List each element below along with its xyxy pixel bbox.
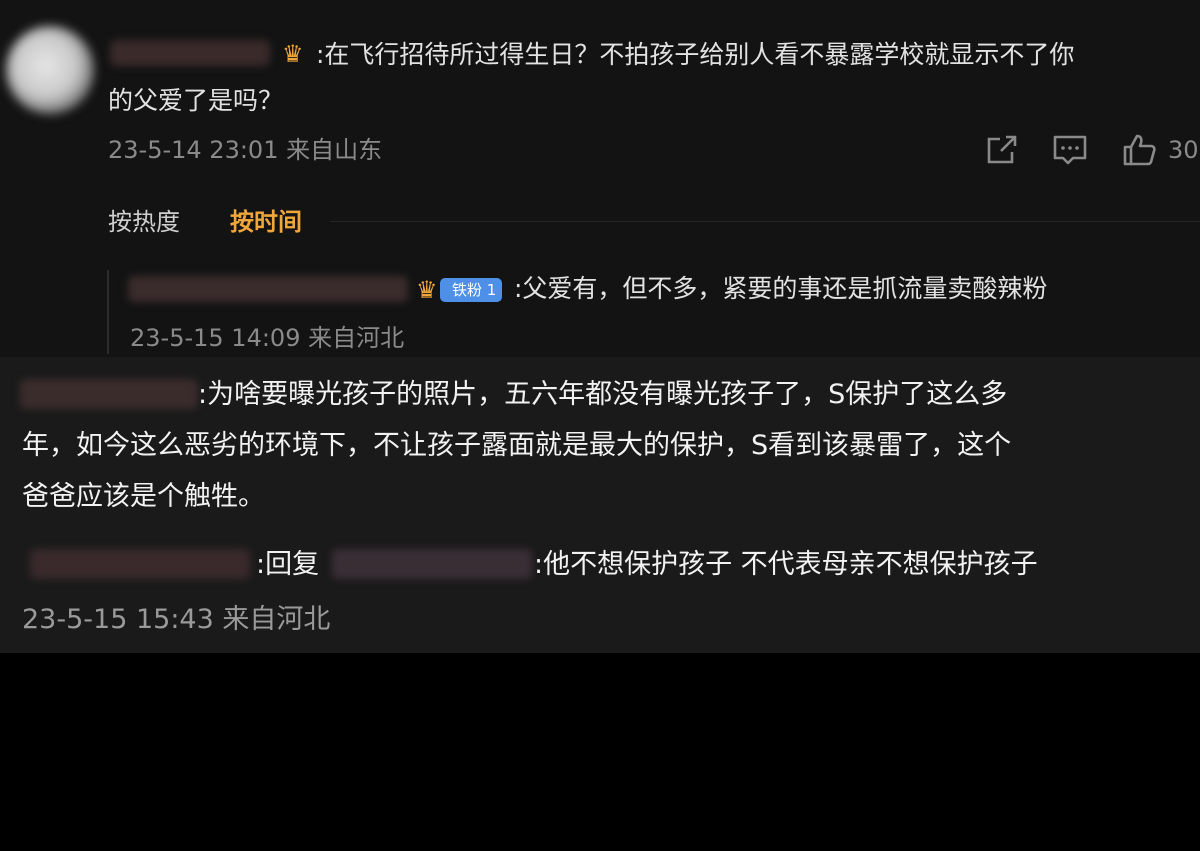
divider <box>330 221 1200 222</box>
comment-icon[interactable] <box>1052 133 1088 167</box>
comment-panel-top: ♛ :在飞行招待所过得生日？不拍孩子给别人看不暴露学校就显示不了你 的父爱了是吗… <box>0 0 1200 357</box>
fan-badge: 铁粉 1 <box>440 278 503 302</box>
reply-prefix: :回复 <box>256 549 320 580</box>
reply-timestamp: 23-5-15 15:43 来自河北 <box>22 604 331 635</box>
username-redacted[interactable] <box>20 379 198 409</box>
comment-panel-bottom: :为啥要曝光孩子的照片，五六年都没有曝光孩子了，S保护了这么多 年，如今这么恶劣… <box>0 357 1200 653</box>
crown-icon: ♛ <box>416 276 438 304</box>
comment-text-line-2: 的父爱了是吗？ <box>108 86 284 115</box>
comment-text-line-2: 年，如今这么恶劣的环境下，不让孩子露面就是最大的保护，S看到该暴雷了，这个 <box>22 430 1012 461</box>
like-count: 30 <box>1168 136 1199 164</box>
reply-text: :他不想保护孩子 不代表母亲不想保护孩子 <box>534 549 1038 580</box>
comment-text-line-1: :为啥要曝光孩子的照片，五六年都没有曝光孩子了，S保护了这么多 <box>198 379 1008 410</box>
avatar[interactable] <box>6 26 94 114</box>
reply-text: :父爱有，但不多，紧要的事还是抓流量卖酸辣粉 <box>514 274 1048 303</box>
reply-target-redacted[interactable] <box>332 549 532 579</box>
screen: ♛ :在飞行招待所过得生日？不拍孩子给别人看不暴露学校就显示不了你 的父爱了是吗… <box>0 0 1200 851</box>
tab-sort-by-time[interactable]: 按时间 <box>230 205 302 239</box>
reply-indent-bar <box>107 270 109 354</box>
like-icon[interactable] <box>1122 133 1158 167</box>
username-redacted[interactable] <box>30 549 250 579</box>
comment-text-line-3: 爸爸应该是个触牲。 <box>22 481 265 512</box>
share-icon[interactable] <box>984 133 1020 167</box>
comment-text-line-1: :在飞行招待所过得生日？不拍孩子给别人看不暴露学校就显示不了你 <box>316 40 1075 69</box>
reply-username-redacted[interactable] <box>128 276 408 302</box>
username-redacted[interactable] <box>110 40 270 66</box>
comment-timestamp: 23-5-14 23:01 来自山东 <box>108 136 383 164</box>
tab-sort-by-hot[interactable]: 按热度 <box>108 205 180 239</box>
reply-timestamp: 23-5-15 14:09 来自河北 <box>130 324 405 352</box>
crown-icon: ♛ <box>282 40 304 68</box>
